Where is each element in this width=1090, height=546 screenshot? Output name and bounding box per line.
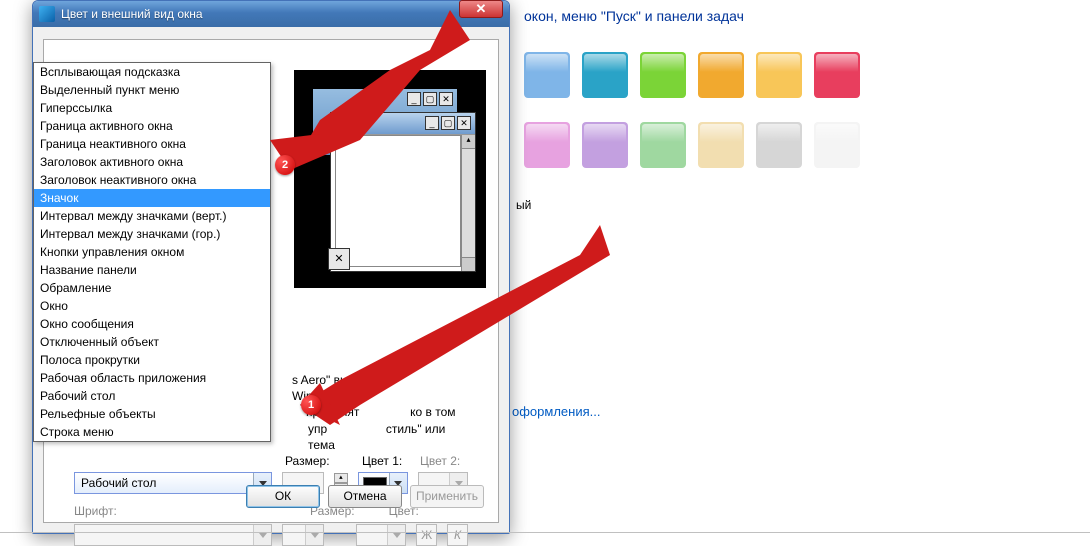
preview-msgbox-close-icon: ✕	[328, 248, 350, 270]
dropdown-option[interactable]: Окно	[34, 297, 270, 315]
chevron-down-icon	[253, 525, 271, 545]
italic-toggle: К	[447, 524, 468, 546]
dropdown-option[interactable]: Заголовок активного окна	[34, 153, 270, 171]
titlebar[interactable]: Цвет и внешний вид окна ✕	[33, 1, 509, 27]
color-swatch[interactable]	[524, 122, 570, 168]
labels-row-1: Размер: Цвет 1: Цвет 2:	[74, 454, 468, 468]
color-swatch[interactable]	[698, 52, 744, 98]
dropdown-option[interactable]: Гиперссылка	[34, 99, 270, 117]
color-swatch[interactable]	[582, 122, 628, 168]
color-swatch[interactable]	[640, 52, 686, 98]
dropdown-option[interactable]: Рельефные объекты	[34, 405, 270, 423]
chevron-down-icon	[387, 525, 405, 545]
color-swatch-row-1	[524, 52, 860, 98]
color-swatch-row-2	[524, 122, 860, 168]
dropdown-option[interactable]: Рабочий стол	[34, 387, 270, 405]
dropdown-option[interactable]: Название панели	[34, 261, 270, 279]
element-dropdown[interactable]: Рабочий стол	[74, 472, 272, 494]
annotation-badge-2: 2	[275, 155, 295, 175]
preview-scrollbar: ▴	[461, 135, 475, 271]
controls-row-2: Ж К	[74, 524, 468, 546]
preview-active-title-text: ная	[331, 115, 355, 127]
ok-button[interactable]: ОК	[246, 485, 320, 508]
color-swatch[interactable]	[698, 122, 744, 168]
mini-min-icon: _	[407, 92, 421, 106]
dropdown-option[interactable]: Рабочая область приложения	[34, 369, 270, 387]
bold-toggle: Ж	[416, 524, 437, 546]
preview-active-window: ная _ ▢ ✕ ▴	[330, 112, 476, 272]
bg-themes-link[interactable]: оформления...	[512, 404, 600, 419]
color1-label: Цвет 1:	[362, 454, 410, 468]
dropdown-option[interactable]: Полоса прокрутки	[34, 351, 270, 369]
close-icon: ✕	[476, 1, 487, 17]
close-button[interactable]: ✕	[459, 0, 503, 18]
font-color-dropdown	[356, 524, 406, 546]
dropdown-option[interactable]: Окно сообщения	[34, 315, 270, 333]
window-icon	[39, 6, 55, 22]
dropdown-option[interactable]: Выделенный пункт меню	[34, 81, 270, 99]
mini-max-icon: ▢	[423, 92, 437, 106]
font-dropdown	[74, 524, 272, 546]
dialog-buttons: ОК Отмена Применить	[246, 485, 484, 508]
dropdown-option[interactable]: Интервал между значками (верт.)	[34, 207, 270, 225]
dropdown-option[interactable]: Обрамление	[34, 279, 270, 297]
apply-button: Применить	[410, 485, 484, 508]
color2-label: Цвет 2:	[420, 454, 468, 468]
element-dropdown-list[interactable]: Всплывающая подсказкаВыделенный пункт ме…	[33, 62, 271, 442]
spin-up-icon[interactable]: ▴	[334, 473, 348, 483]
dropdown-option[interactable]: Кнопки управления окном	[34, 243, 270, 261]
color-swatch[interactable]	[582, 52, 628, 98]
mini-close-icon: ✕	[457, 116, 471, 130]
bg-divider	[0, 532, 1090, 533]
window-title: Цвет и внешний вид окна	[61, 7, 503, 21]
dropdown-option[interactable]: Интервал между значками (гор.)	[34, 225, 270, 243]
mini-close-icon: ✕	[439, 92, 453, 106]
cancel-button[interactable]: Отмена	[328, 485, 402, 508]
preview-thumbnail: _ ▢ ✕ ная _ ▢ ✕	[294, 70, 486, 288]
color-swatch[interactable]	[756, 122, 802, 168]
font-size-spinner	[282, 524, 324, 546]
color-swatch[interactable]	[814, 52, 860, 98]
size-label: Размер:	[285, 454, 330, 468]
color-swatch[interactable]	[756, 52, 802, 98]
dropdown-option[interactable]: Отключенный объект	[34, 333, 270, 351]
dropdown-option[interactable]: Строка меню	[34, 423, 270, 441]
dropdown-option[interactable]: Значок	[34, 189, 270, 207]
annotation-badge-1: 1	[301, 395, 321, 415]
dropdown-option[interactable]: Заголовок неактивного окна	[34, 171, 270, 189]
dropdown-option[interactable]: Граница неактивного окна	[34, 135, 270, 153]
bg-header-text: окон, меню "Пуск" и панели задач	[524, 8, 744, 24]
dropdown-option[interactable]: Граница активного окна	[34, 117, 270, 135]
element-dropdown-value: Рабочий стол	[81, 476, 156, 490]
bg-fragment-text: ый	[516, 198, 531, 212]
color-swatch[interactable]	[814, 122, 860, 168]
preview-active-titlebar: ная _ ▢ ✕	[331, 113, 475, 135]
chevron-down-icon	[305, 525, 323, 545]
mini-max-icon: ▢	[441, 116, 455, 130]
color-swatch[interactable]	[524, 52, 570, 98]
dropdown-option[interactable]: Всплывающая подсказка	[34, 63, 270, 81]
mini-min-icon: _	[425, 116, 439, 130]
color-swatch[interactable]	[640, 122, 686, 168]
